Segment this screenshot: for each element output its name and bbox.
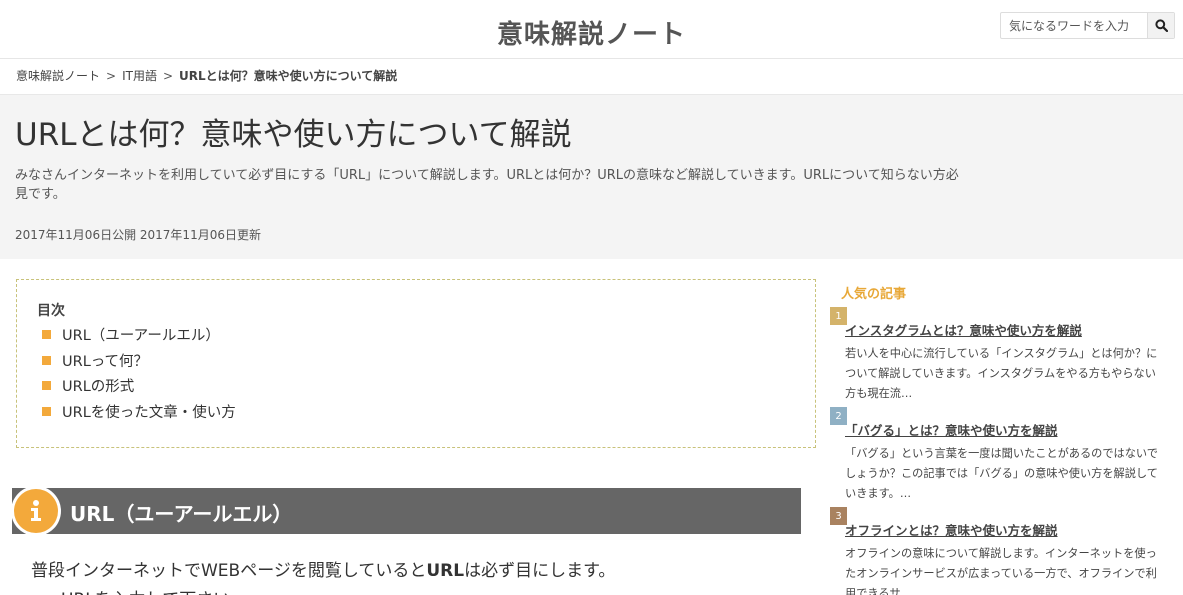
- breadcrumb: 意味解説ノート > IT用語 > URLとは何？意味や使い方について解説: [16, 67, 397, 84]
- paragraph-bold: URL: [426, 561, 465, 581]
- popular-article-desc: オフラインの意味について解説します。インターネットを使ったオンラインサービスが広…: [845, 547, 1157, 595]
- section-icon-frame: [11, 486, 61, 536]
- paragraph-text: 普段インターネットでWEBページを閲覧していると: [31, 561, 427, 581]
- breadcrumb-current: URLとは何？意味や使い方について解説: [179, 69, 398, 83]
- popular-article-link[interactable]: 「バグる」とは？意味や使い方を解説: [845, 420, 1058, 439]
- search-button[interactable]: [1147, 13, 1174, 38]
- toc-item[interactable]: URLって何？: [42, 348, 236, 374]
- article-dates: 2017年11月06日公開 2017年11月06日更新: [15, 228, 261, 242]
- toc-item-label[interactable]: URLって何？: [62, 350, 148, 371]
- search-input[interactable]: [1001, 13, 1147, 38]
- article-lead: みなさんインターネットを利用していて必ず目にする「URL」について解説します。U…: [15, 168, 959, 202]
- square-bullet-icon: [42, 330, 51, 340]
- toc-item-label[interactable]: URLの形式: [62, 375, 134, 396]
- table-of-contents: 目次 URL（ユーアールエル） URLって何？ URLの形式 URLを使った文章…: [16, 279, 816, 448]
- toc-item[interactable]: URLを使った文章・使い方: [42, 399, 236, 425]
- square-bullet-icon: [42, 381, 51, 391]
- toc-list: URL（ユーアールエル） URLって何？ URLの形式 URLを使った文章・使い…: [42, 322, 236, 424]
- paragraph-text: は必ず目にします。: [464, 561, 616, 581]
- popular-article-desc: 若い人を中心に流行している「インスタグラム」とは何か？について解説していきます。…: [845, 347, 1158, 400]
- toc-item[interactable]: URLの形式: [42, 373, 236, 399]
- toc-title: 目次: [37, 303, 65, 319]
- breadcrumb-separator: >: [162, 69, 174, 83]
- breadcrumb-separator: >: [106, 69, 117, 83]
- article-title: URLとは何？意味や使い方について解説: [15, 117, 572, 153]
- info-icon: [14, 489, 58, 533]
- site-header: 意味解説ノート: [0, 0, 1183, 59]
- breadcrumb-category[interactable]: IT用語: [122, 69, 157, 83]
- toc-item-label[interactable]: URL（ユーアールエル）: [62, 324, 220, 345]
- search-box: [1000, 12, 1175, 39]
- popular-article-link[interactable]: オフラインとは？意味や使い方を解説: [845, 520, 1058, 539]
- square-bullet-icon: [42, 355, 51, 365]
- breadcrumb-home[interactable]: 意味解説ノート: [16, 69, 100, 83]
- body-paragraph: 普段インターネットでWEBページを閲覧しているとURLは必ず目にします。: [31, 556, 615, 581]
- popular-article-desc: 「バグる」という言葉を一度は聞いたことがあるのではないでしょうか？この記事では「…: [845, 447, 1158, 500]
- toc-item-label[interactable]: URLを使った文章・使い方: [62, 401, 236, 422]
- square-bullet-icon: [42, 406, 51, 416]
- toc-item[interactable]: URL（ユーアールエル）: [42, 322, 236, 348]
- section-heading: URL（ユーアールエル）: [11, 486, 801, 536]
- search-icon: [1154, 19, 1168, 32]
- popular-article-link[interactable]: インスタグラムとは？意味や使い方を解説: [845, 320, 1082, 339]
- sidebar-title: 人気の記事: [841, 287, 907, 302]
- body-paragraph: URLを入力して下さい: [61, 585, 230, 595]
- article-header: URLとは何？意味や使い方について解説 みなさんインターネットを利用していて必ず…: [0, 94, 1183, 259]
- section-heading-text: URL（ユーアールエル）: [70, 502, 293, 526]
